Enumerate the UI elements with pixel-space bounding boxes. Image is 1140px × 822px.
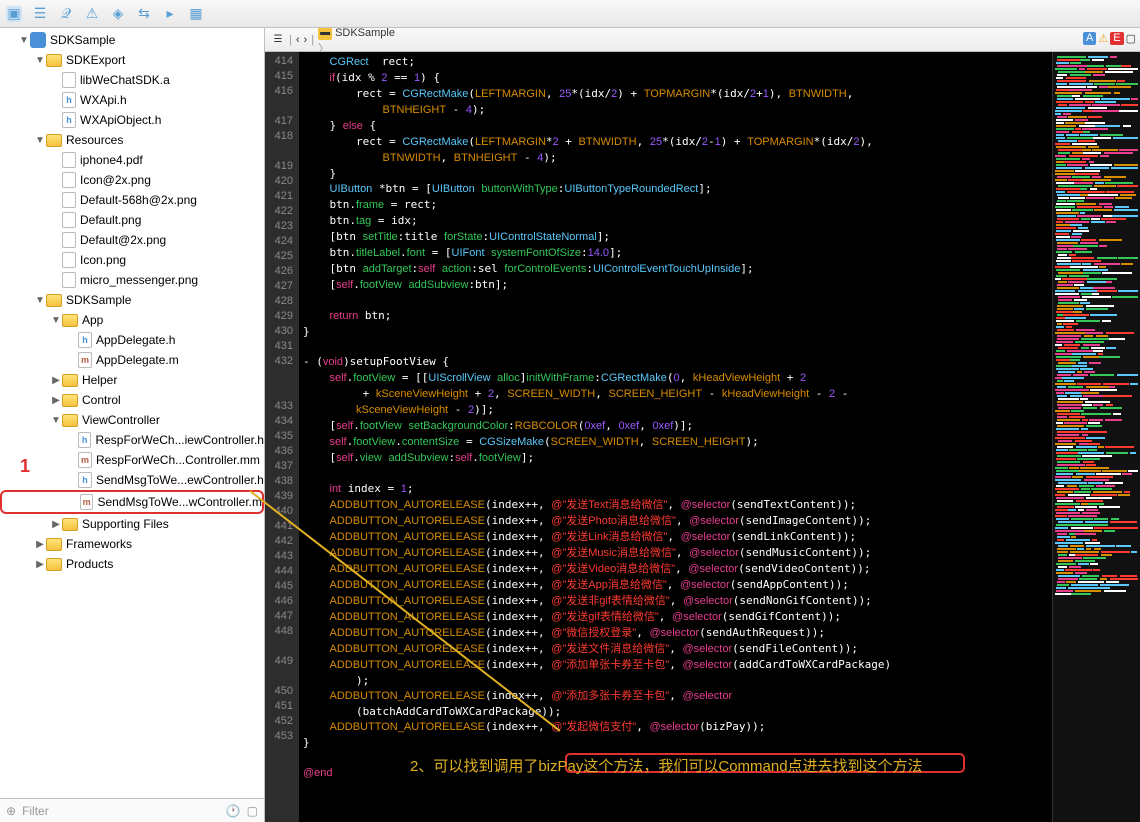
tree-item[interactable]: hWXApiObject.h xyxy=(0,110,264,130)
status-badge-e: E xyxy=(1110,32,1123,45)
navigator-issue-icon[interactable]: ⚠ xyxy=(84,6,100,22)
navigator-debug-icon[interactable]: ⇆ xyxy=(136,6,152,22)
minimap[interactable] xyxy=(1052,52,1140,822)
editor-status: A ⚠ E ▢ xyxy=(1083,32,1136,45)
line-gutter[interactable]: 414 415 416 417 418 419 420 421 422 423 … xyxy=(265,52,299,822)
tree-item[interactable]: ▼SDKSample xyxy=(0,30,264,50)
filter-bar: ⊕ Filter 🕐 ▢ xyxy=(0,798,264,822)
tree-item[interactable]: ▶Control xyxy=(0,390,264,410)
tree-item[interactable]: ▶Frameworks xyxy=(0,534,264,554)
tree-item[interactable]: ▼SDKSample xyxy=(0,290,264,310)
project-navigator: ▼SDKSample▼SDKExportlibWeChatSDK.ahWXApi… xyxy=(0,28,265,822)
tree-item[interactable]: ▼Resources xyxy=(0,130,264,150)
jump-bar[interactable]: ☰ | ‹ › | ⊞ 〉 〉 ▣ SDKSample 〉 ▬ SDKSampl… xyxy=(265,28,1140,52)
tree-item[interactable]: ▼App xyxy=(0,310,264,330)
navigator-test-icon[interactable]: ◈ xyxy=(110,6,126,22)
tree-item[interactable]: hRespForWeCh...iewController.h xyxy=(0,430,264,450)
tree-item[interactable]: iphone4.pdf xyxy=(0,150,264,170)
nav-forward-icon[interactable]: › xyxy=(304,34,308,46)
file-tree[interactable]: ▼SDKSample▼SDKExportlibWeChatSDK.ahWXApi… xyxy=(0,28,264,798)
status-badge-a: A xyxy=(1083,32,1096,45)
tree-item[interactable]: hWXApi.h xyxy=(0,90,264,110)
navigator-folder-icon[interactable]: ▣ xyxy=(6,6,22,22)
tree-item[interactable]: Default-568h@2x.png xyxy=(0,190,264,210)
tree-item[interactable]: mRespForWeCh...Controller.mm xyxy=(0,450,264,470)
counterpart-icon[interactable]: ▢ xyxy=(1126,32,1136,45)
code-editor[interactable]: CGRect rect; if(idx % 2 == 1) { rect = C… xyxy=(299,52,1052,822)
annotation-2: 2、可以找到调用了bizPay这个方法，我们可以Command点进去找到这个方法 xyxy=(410,755,923,776)
tree-item[interactable]: Default.png xyxy=(0,210,264,230)
tree-item[interactable]: Icon@2x.png xyxy=(0,170,264,190)
tree-item[interactable]: ▶Supporting Files xyxy=(0,514,264,534)
tree-item[interactable]: Icon.png xyxy=(0,250,264,270)
annotation-1: 1 xyxy=(20,456,30,477)
filter-add-icon[interactable]: ⊕ xyxy=(6,804,16,818)
tree-item[interactable]: ▼ViewController xyxy=(0,410,264,430)
tree-item[interactable]: mSendMsgToWe...wController.m xyxy=(0,490,264,514)
tree-item[interactable]: mAppDelegate.m xyxy=(0,350,264,370)
navigator-list-icon[interactable]: ☰ xyxy=(32,6,48,22)
warning-icon[interactable]: ⚠ xyxy=(1098,32,1108,45)
filter-recent-icon[interactable]: 🕐 xyxy=(226,804,241,818)
tree-item[interactable]: micro_messenger.png xyxy=(0,270,264,290)
tree-item[interactable]: hAppDelegate.h xyxy=(0,330,264,350)
project-toolbar: ▣ ☰ 𝒬 ⚠ ◈ ⇆ ▸ ▦ xyxy=(0,0,1140,28)
navigator-report-icon[interactable]: ▦ xyxy=(188,6,204,22)
related-items-icon[interactable]: ☰ xyxy=(271,33,285,47)
tree-item[interactable]: hSendMsgToWe...ewController.h xyxy=(0,470,264,490)
main-area: ▼SDKSample▼SDKExportlibWeChatSDK.ahWXApi… xyxy=(0,28,1140,822)
tree-item[interactable]: Default@2x.png xyxy=(0,230,264,250)
tree-item[interactable]: ▶Products xyxy=(0,554,264,574)
filter-scm-icon[interactable]: ▢ xyxy=(247,804,258,818)
editor-area: ☰ | ‹ › | ⊞ 〉 〉 ▣ SDKSample 〉 ▬ SDKSampl… xyxy=(265,28,1140,822)
navigator-breakpoint-icon[interactable]: ▸ xyxy=(162,6,178,22)
nav-back-icon[interactable]: ‹ xyxy=(296,34,300,46)
navigator-search-icon[interactable]: 𝒬 xyxy=(58,6,74,22)
tree-item[interactable]: ▶Helper xyxy=(0,370,264,390)
filter-input[interactable]: Filter xyxy=(22,804,49,818)
tree-item[interactable]: libWeChatSDK.a xyxy=(0,70,264,90)
tree-item[interactable]: ▼SDKExport xyxy=(0,50,264,70)
